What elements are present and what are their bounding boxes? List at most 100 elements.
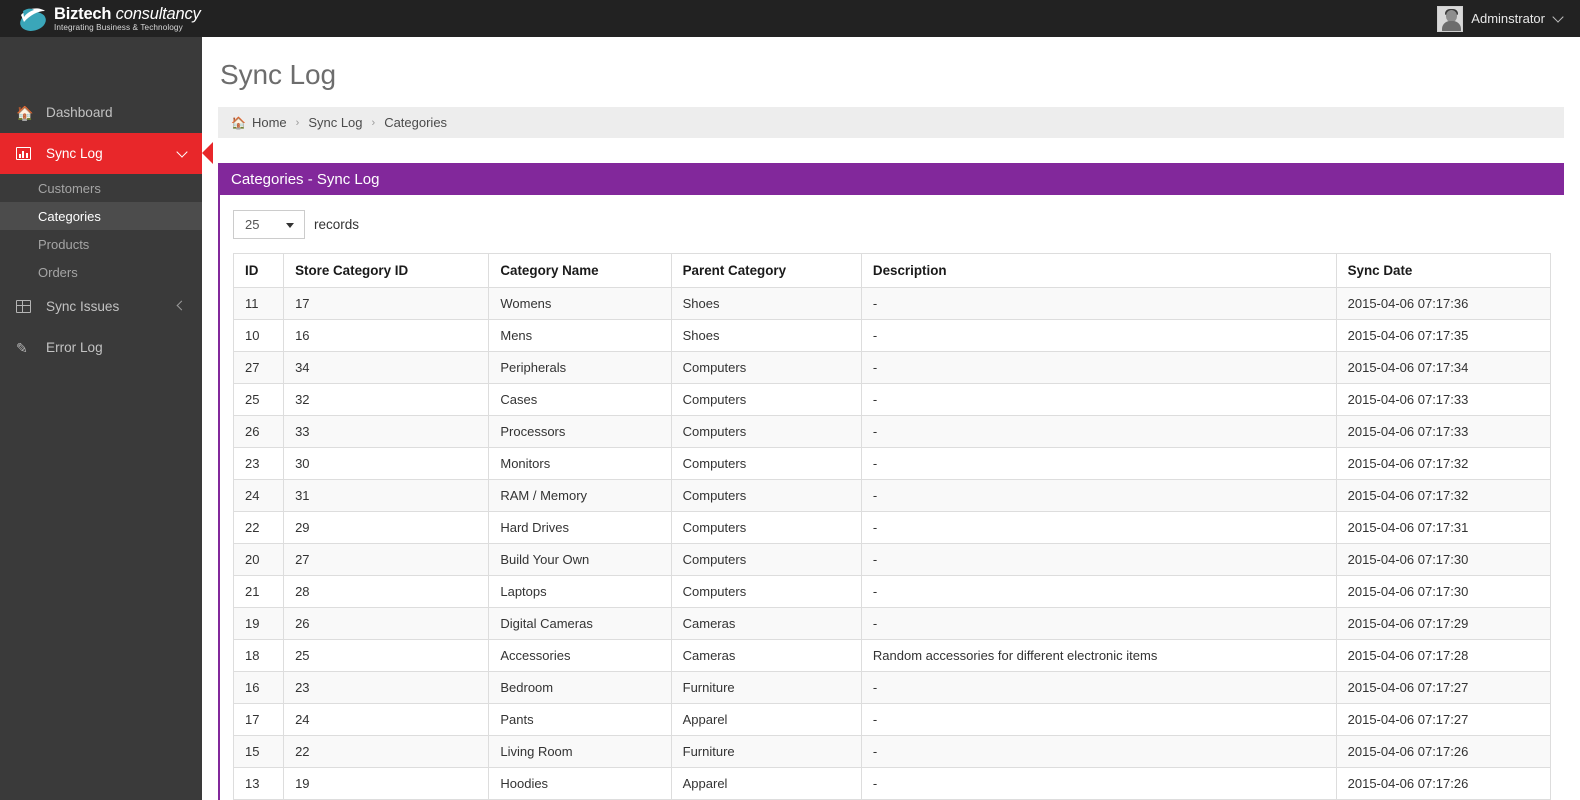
cell-sync-date: 2015-04-06 07:17:35 (1335, 319, 1552, 352)
table-head: ID Store Category ID Category Name Paren… (232, 253, 1552, 288)
cell-id: 21 (232, 575, 285, 608)
table-row[interactable]: 13 19 Hoodies Apparel -2015-04-06 07:17:26 (232, 767, 1552, 800)
panel-header: Categories - Sync Log (220, 163, 1564, 195)
table-row[interactable]: 16 23 Bedroom Furniture -2015-04-06 07:17:27 (232, 671, 1552, 704)
cell-category-name: Bedroom (488, 671, 672, 704)
cell-store-category-id: 33 (283, 415, 490, 448)
records-per-page-select[interactable]: 25 (233, 209, 305, 239)
table-row[interactable]: 22 29 Hard Drives Computers -2015-04-06 07:1… (232, 511, 1552, 544)
cell-description: - (860, 479, 1337, 512)
cell-description: Random accessories for different electro… (860, 639, 1337, 672)
sidebar-item-categories[interactable]: Categories (0, 202, 202, 230)
home-icon: 🏠 (231, 115, 246, 130)
table-row[interactable]: 17 24 Pants Apparel -2015-04-06 07:17:27 (232, 703, 1552, 736)
cell-store-category-id: 26 (283, 607, 490, 640)
table-row[interactable]: 24 31 RAM / Memory Computers -2015-04-06 07:… (232, 479, 1552, 512)
table-row[interactable]: 11 17 Womens Shoes -2015-04-06 07:17:36 (232, 287, 1552, 320)
sidebar-item-sync-log[interactable]: Sync Log (0, 133, 213, 174)
sidebar-item-error-log[interactable]: ✎ Error Log (0, 327, 202, 368)
cell-store-category-id: 29 (283, 511, 490, 544)
cell-parent-category: Apparel (670, 767, 862, 800)
breadcrumb-item-categories: Categories (384, 115, 448, 130)
cell-parent-category: Shoes (670, 319, 862, 352)
cell-description: - (860, 767, 1337, 800)
app-logo[interactable]: Biztech consultancy Integrating Business… (0, 0, 202, 37)
cell-id: 19 (232, 607, 285, 640)
user-name-label: Adminstrator (1471, 11, 1545, 26)
cell-category-name: Mens (488, 319, 672, 352)
cell-store-category-id: 31 (283, 479, 490, 512)
categories-sync-log-panel: Categories - Sync Log 25 records ID Stor… (218, 163, 1564, 800)
panel-title: Categories - Sync Log (231, 170, 380, 188)
sidebar-item-customers[interactable]: Customers (0, 174, 202, 202)
logo-tagline: Integrating Business & Technology (54, 23, 183, 33)
table-row[interactable]: 23 30 Monitors Computers -2015-04-06 07:17:3… (232, 447, 1552, 480)
table-row[interactable]: 19 26 Digital Cameras Cameras -2015-04-06 07… (232, 607, 1552, 640)
cell-parent-category: Shoes (670, 287, 862, 320)
table-row[interactable]: 27 34 Peripherals Computers -2015-04-06 07:1… (232, 351, 1552, 384)
cell-id: 22 (232, 511, 285, 544)
column-header-description[interactable]: Description (860, 253, 1337, 288)
cell-category-name: Monitors (488, 447, 672, 480)
column-header-store-category-id[interactable]: Store Category ID (283, 253, 490, 288)
table-row[interactable]: 26 33 Processors Computers -2015-04-06 07:17… (232, 415, 1552, 448)
cell-id: 16 (232, 671, 285, 704)
cell-category-name: Hard Drives (488, 511, 672, 544)
bar-chart-icon (16, 147, 38, 160)
sidebar-item-orders[interactable]: Orders (0, 258, 202, 286)
cell-parent-category: Computers (670, 543, 862, 576)
cell-store-category-id: 25 (283, 639, 490, 672)
cell-sync-date: 2015-04-06 07:17:33 (1335, 383, 1552, 416)
sidebar-submenu-sync-log: Customers Categories Products Orders (0, 174, 202, 286)
cell-description: - (860, 383, 1337, 416)
cell-parent-category: Computers (670, 511, 862, 544)
active-pointer-arrow-icon (202, 142, 213, 164)
sidebar-subitem-label: Orders (38, 264, 78, 280)
logo-name-primary: Biztech (54, 4, 112, 23)
sidebar-nav: 🏠 Dashboard Sync Log Customers Categorie… (0, 37, 213, 800)
sidebar-subitem-label: Customers (38, 180, 101, 196)
sidebar-item-dashboard[interactable]: 🏠 Dashboard (0, 92, 202, 133)
cell-description: - (860, 447, 1337, 480)
sidebar-item-label: Sync Issues (46, 299, 120, 314)
breadcrumb-item-sync-log[interactable]: Sync Log (308, 115, 362, 130)
column-header-id[interactable]: ID (232, 253, 285, 288)
cell-sync-date: 2015-04-06 07:17:28 (1335, 639, 1552, 672)
sidebar-item-products[interactable]: Products (0, 230, 202, 258)
cell-parent-category: Cameras (670, 607, 862, 640)
sidebar-top-spacer (0, 37, 202, 92)
cell-sync-date: 2015-04-06 07:17:32 (1335, 479, 1552, 512)
column-header-sync-date[interactable]: Sync Date (1335, 253, 1552, 288)
cell-category-name: Pants (488, 703, 672, 736)
table-row[interactable]: 10 16 Mens Shoes -2015-04-06 07:17:35 (232, 319, 1552, 352)
cell-parent-category: Furniture (670, 735, 862, 768)
cell-id: 11 (232, 287, 285, 320)
cell-id: 10 (232, 319, 285, 352)
user-menu[interactable]: Adminstrator (1437, 0, 1580, 37)
table-row[interactable]: 20 27 Build Your Own Computers -2015-04-06 0… (232, 543, 1552, 576)
cell-description: - (860, 319, 1337, 352)
cell-category-name: RAM / Memory (488, 479, 672, 512)
caret-down-icon (286, 222, 294, 228)
cell-store-category-id: 23 (283, 671, 490, 704)
cell-id: 20 (232, 543, 285, 576)
grid-icon (16, 300, 38, 313)
column-header-parent-category[interactable]: Parent Category (670, 253, 862, 288)
table-row[interactable]: 15 22 Living Room Furniture -2015-04-06 07:1… (232, 735, 1552, 768)
cell-description: - (860, 671, 1337, 704)
cell-store-category-id: 27 (283, 543, 490, 576)
cell-sync-date: 2015-04-06 07:17:27 (1335, 703, 1552, 736)
records-per-page-value: 25 (245, 216, 260, 232)
cell-id: 27 (232, 351, 285, 384)
table-length-controls: 25 records (233, 209, 1551, 239)
breadcrumb-item-home[interactable]: Home (252, 115, 287, 130)
table-row[interactable]: 25 32 Cases Computers -2015-04-06 07:17:33 (232, 383, 1552, 416)
column-header-category-name[interactable]: Category Name (488, 253, 672, 288)
cell-sync-date: 2015-04-06 07:17:27 (1335, 671, 1552, 704)
cell-parent-category: Cameras (670, 639, 862, 672)
cell-description: - (860, 415, 1337, 448)
sidebar-item-sync-issues[interactable]: Sync Issues (0, 286, 202, 327)
table-row[interactable]: 18 25 Accessories Cameras Random accessories… (232, 639, 1552, 672)
table-row[interactable]: 21 28 Laptops Computers -2015-04-06 07:17:30 (232, 575, 1552, 608)
cell-sync-date: 2015-04-06 07:17:29 (1335, 607, 1552, 640)
